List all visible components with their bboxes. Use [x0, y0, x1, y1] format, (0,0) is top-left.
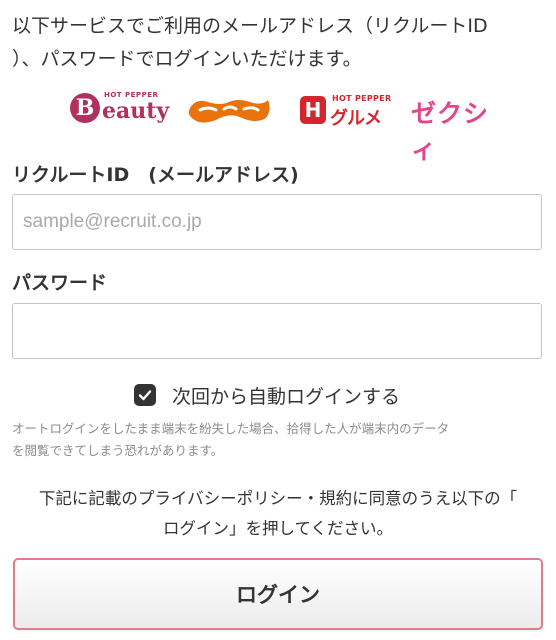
intro-text: 以下サービスでご利用のメールアドレス（リクルートID ）、パスワードでログインい… [12, 15, 488, 70]
password-label: パスワード [12, 272, 108, 294]
password-input[interactable] [12, 303, 542, 359]
auto-login-checkbox[interactable] [134, 384, 156, 406]
service-logos: B HOT PEPPER eauty H HOT PEPPER グルメ ゼクシィ [0, 88, 556, 164]
gourmet-emblem: H [300, 96, 326, 124]
beauty-logo-word: eauty [102, 98, 170, 124]
gourmet-logo-word: グルメ [330, 108, 382, 129]
zexy-logo-word: ゼクシィ [411, 99, 490, 164]
gourmet-logo-small-text: HOT PEPPER [332, 94, 392, 103]
zexy-logo: ゼクシィ [411, 88, 491, 164]
checkmark-icon [138, 390, 152, 401]
hotpepper-gourmet-logo: H HOT PEPPER グルメ [300, 88, 392, 132]
jalan-logo-icon [188, 100, 270, 123]
beauty-emblem: B [70, 93, 100, 123]
recruit-id-input[interactable] [12, 194, 542, 250]
privacy-notice: 下記に記載のプライバシーポリシー・規約に同意のうえ以下の「 ログイン」を押してく… [38, 489, 518, 538]
jalan-logo [186, 88, 272, 132]
recruit-id-label: リクルートID (メールアドレス) [12, 164, 299, 186]
login-button[interactable]: ログイン [13, 558, 543, 630]
auto-login-warning: オートログインをしたまま端末を紛失した場合、拾得した人が端末内のデータ を閲覧で… [12, 421, 450, 458]
auto-login-label[interactable]: 次回から自動ログインする [172, 382, 400, 409]
hotpepper-beauty-logo: B HOT PEPPER eauty [70, 88, 170, 132]
